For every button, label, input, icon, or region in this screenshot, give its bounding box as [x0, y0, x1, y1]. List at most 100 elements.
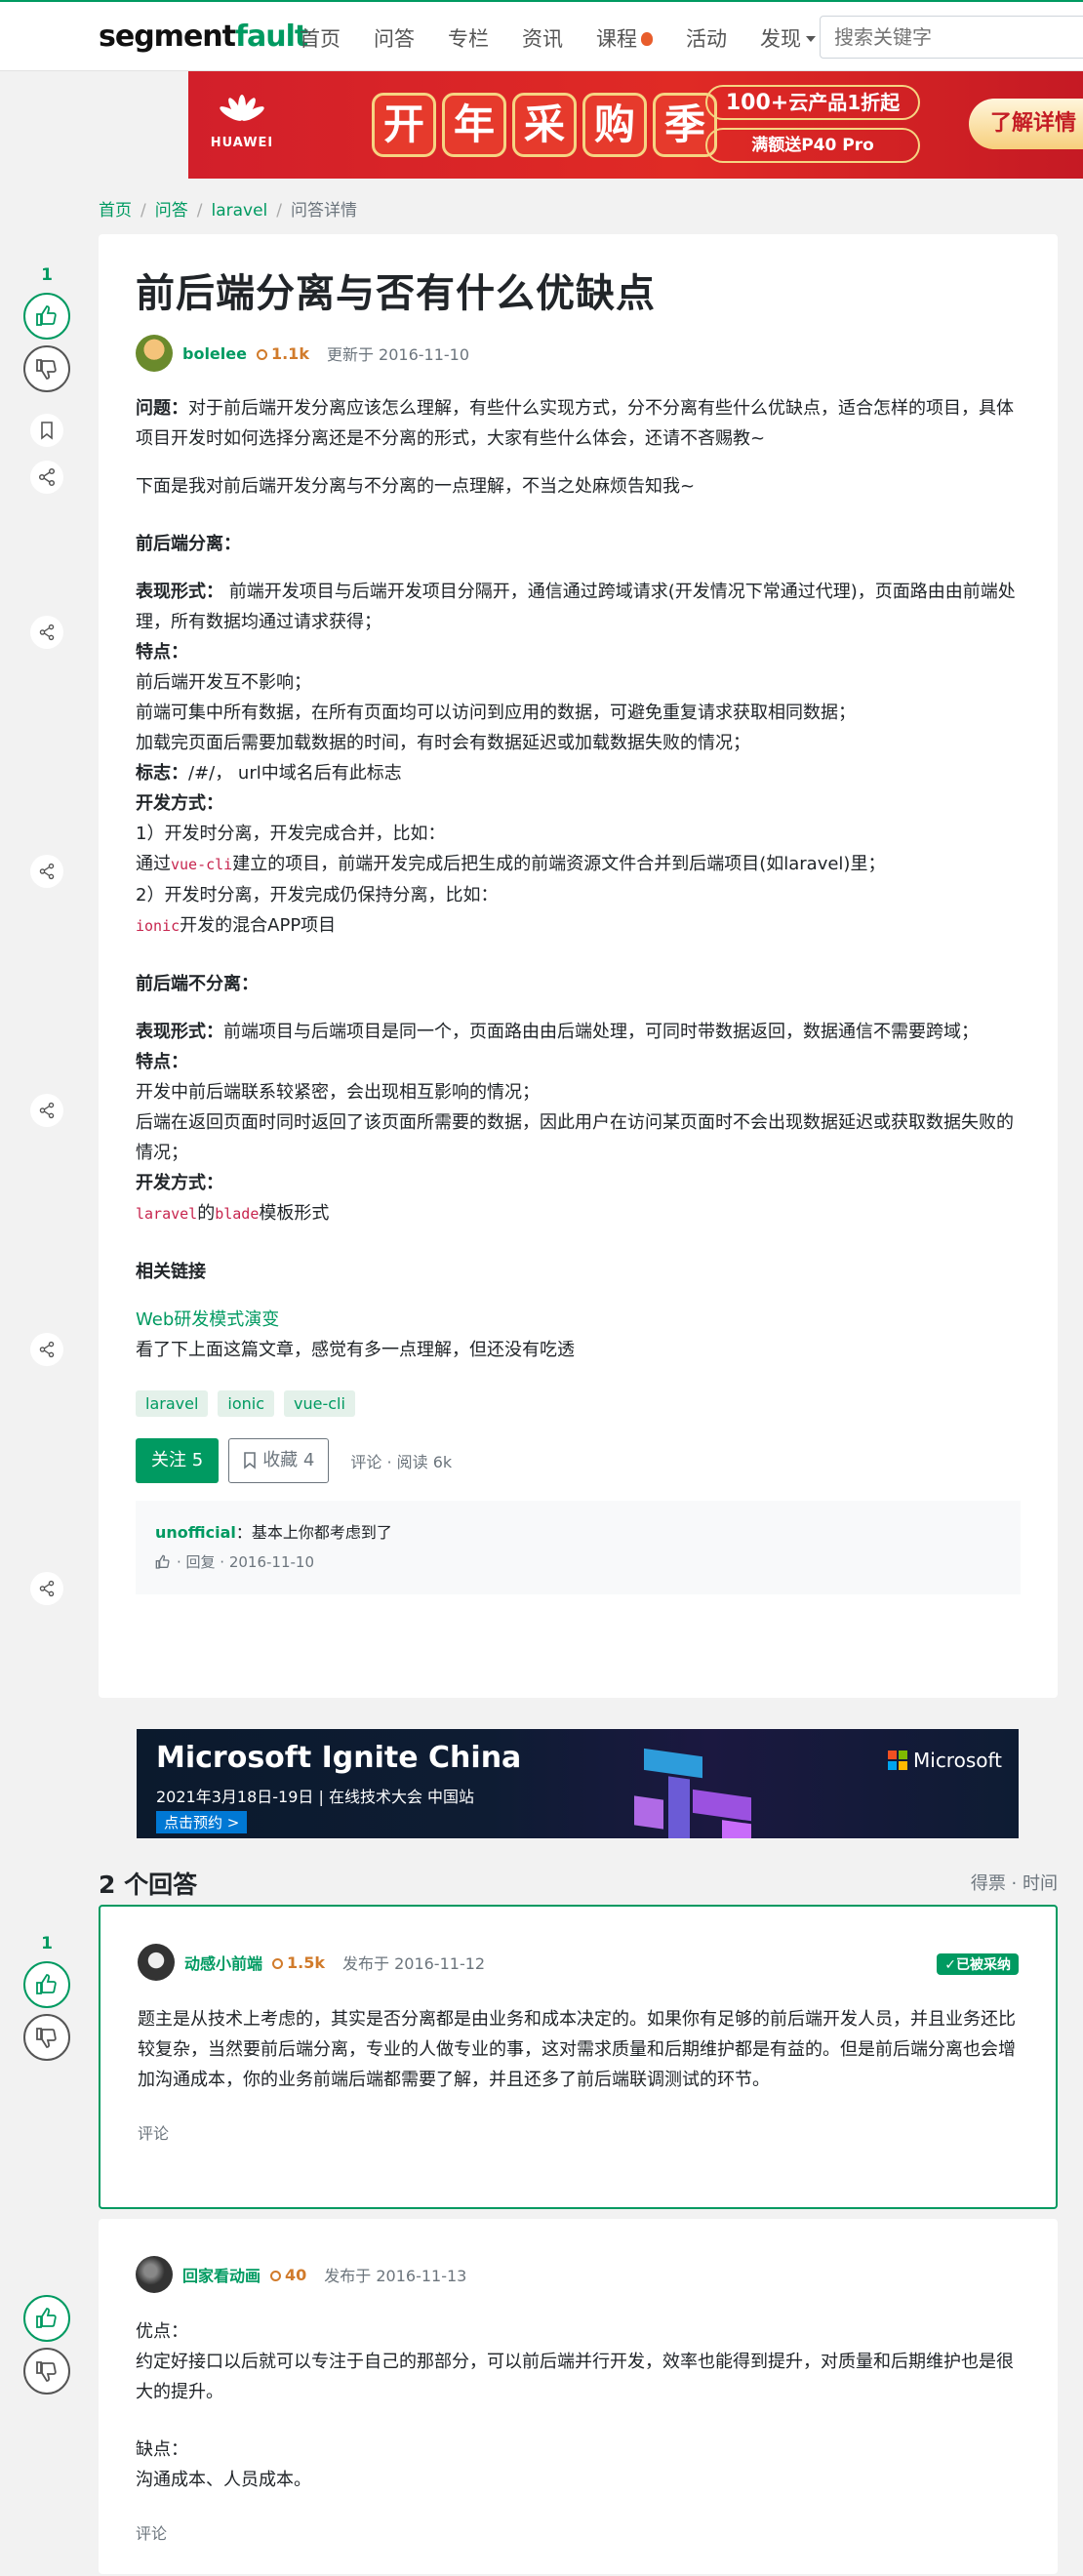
- nav-events[interactable]: 活动: [686, 23, 727, 53]
- tag-list: laravel ionic vue-cli: [136, 1390, 1021, 1417]
- medal-icon: [272, 1957, 284, 1969]
- paragraph: 前后端开发互不影响；: [136, 672, 311, 693]
- comment-link[interactable]: 评论: [136, 2520, 1021, 2544]
- share-icon: [39, 1580, 55, 1597]
- learn-more-button[interactable]: 了解详情: [969, 99, 1083, 149]
- question-comment: unofficial：基本上你都考虑到了 · 回复 · 2016-11-10: [136, 1501, 1021, 1594]
- microsoft-ad-banner[interactable]: Microsoft Ignite China 2021年3月18日-19日 | …: [137, 1729, 1019, 1838]
- comment-reply-date[interactable]: · 回复 · 2016-11-10: [177, 1548, 314, 1577]
- answer-vote-column: 1: [21, 1934, 72, 2061]
- related-link[interactable]: Web研发模式演变: [136, 1309, 279, 1330]
- huawei-banner[interactable]: HUAWEI 开 年 采 购 季 100+云产品1折起 满额送P40 Pro 了…: [188, 71, 1083, 179]
- reputation-badge: 1.5k: [272, 1953, 325, 1972]
- festival-char: 开: [372, 93, 436, 157]
- avatar[interactable]: [138, 1944, 175, 1981]
- search-input[interactable]: [820, 16, 1083, 59]
- paragraph: 前端可集中所有数据，在所有页面均可以访问到应用的数据，可避免重复请求获取相同数据…: [136, 703, 856, 723]
- breadcrumb: 首页 / 问答 / laravel / 问答详情: [99, 201, 357, 221]
- medal-icon: [270, 2270, 282, 2281]
- author-name[interactable]: bolelee: [182, 344, 247, 363]
- answer-meta: 回家看动画 40 发布于 2016-11-13: [136, 2256, 1021, 2293]
- thumbs-up-icon: [36, 305, 57, 326]
- author-name[interactable]: 回家看动画: [182, 2263, 261, 2286]
- favorite-button[interactable]: 收藏 4: [228, 1438, 330, 1483]
- tag-ionic[interactable]: ionic: [218, 1390, 275, 1417]
- section-share-button[interactable]: [30, 1094, 63, 1127]
- promo-pill-2: 满额送P40 Pro: [705, 128, 920, 163]
- medal-icon: [256, 348, 267, 360]
- comment-meta: · 回复 · 2016-11-10: [155, 1548, 1001, 1577]
- section-share-button[interactable]: [30, 616, 63, 649]
- label: 开发方式：: [136, 1173, 223, 1193]
- paragraph: ionic开发的混合APP项目: [136, 915, 337, 936]
- section-share-button[interactable]: [30, 855, 63, 888]
- answers-count-title: 2 个回答: [99, 1871, 198, 1899]
- share-icon: [39, 624, 55, 641]
- upvote-button[interactable]: [23, 2295, 70, 2342]
- nav-discover[interactable]: 发现: [760, 23, 816, 53]
- thumbs-up-icon: [36, 2308, 57, 2328]
- thumbs-down-icon: [36, 2361, 57, 2382]
- question-card: 前后端分离与否有什么优缺点 bolelee 1.1k 更新于 2016-11-1…: [99, 234, 1058, 1698]
- avatar[interactable]: [136, 335, 173, 372]
- ad-title: Microsoft Ignite China: [156, 1741, 522, 1775]
- site-logo[interactable]: segmentfault: [99, 20, 308, 54]
- nav-courses[interactable]: 课程: [596, 23, 653, 53]
- ad-cta-button[interactable]: 点击预约 >: [156, 1811, 248, 1833]
- bookmark-icon: [41, 422, 53, 440]
- comment-read-meta[interactable]: 评论 · 阅读 6k: [350, 1449, 452, 1472]
- question-actions: 关注 5 收藏 4 评论 · 阅读 6k: [136, 1438, 1021, 1483]
- promo-pill-1: 100+云产品1折起: [705, 85, 920, 120]
- label: 开发方式：: [136, 793, 223, 814]
- author-name[interactable]: 动感小前端: [184, 1951, 262, 1974]
- decorative-blocks-image: [634, 1748, 751, 1838]
- thumbs-down-icon: [36, 359, 57, 380]
- comment-link[interactable]: 评论: [138, 2120, 1019, 2144]
- favorite-label: 收藏 4: [262, 1450, 315, 1470]
- nav-column[interactable]: 专栏: [448, 23, 489, 53]
- question-vote-column: 1: [21, 265, 72, 392]
- festival-char: 采: [512, 93, 577, 157]
- comment-text: ：基本上你都考虑到了: [235, 1523, 392, 1542]
- paragraph: 2）开发时分离，开发完成仍保持分离，比如：: [136, 885, 499, 906]
- nav-home[interactable]: 首页: [300, 23, 341, 53]
- nav-qa[interactable]: 问答: [374, 23, 415, 53]
- upvote-button[interactable]: [23, 1961, 70, 2008]
- question-vote-count: 1: [41, 265, 53, 285]
- share-button[interactable]: [30, 461, 63, 494]
- top-navbar: segmentfault 首页 问答 专栏 资讯 课程 活动 发现: [0, 0, 1083, 71]
- tag-laravel[interactable]: laravel: [136, 1390, 209, 1417]
- share-icon: [39, 1102, 55, 1119]
- nav-news[interactable]: 资讯: [522, 23, 563, 53]
- updated-date: 更新于 2016-11-10: [326, 345, 470, 364]
- breadcrumb-home[interactable]: 首页: [99, 201, 132, 221]
- answers-sort-options[interactable]: 得票 · 时间: [971, 1870, 1058, 1895]
- inline-code: laravel: [136, 1205, 198, 1223]
- paragraph: 开发中前后端联系较紧密，会出现相互影响的情况；: [136, 1082, 540, 1103]
- section-share-button[interactable]: [30, 1572, 63, 1605]
- cons-label: 缺点：: [136, 2439, 188, 2460]
- downvote-button[interactable]: [23, 2348, 70, 2395]
- paragraph: 看了下上面这篇文章，感觉有多一点理解，但还没有吃透: [136, 1340, 575, 1360]
- answer-vote-column: [21, 2268, 72, 2395]
- upvote-button[interactable]: [23, 293, 70, 340]
- downvote-button[interactable]: [23, 345, 70, 392]
- tag-vue-cli[interactable]: vue-cli: [284, 1390, 355, 1417]
- follow-button[interactable]: 关注 5: [136, 1438, 220, 1483]
- answer-meta: 动感小前端 1.5k 发布于 2016-11-12: [138, 1944, 1019, 1981]
- avatar[interactable]: [136, 2256, 173, 2293]
- paragraph: 通过vue-cli建立的项目，前端开发完成后把生成的前端资源文件合并到后端项目(…: [136, 854, 886, 874]
- answer-vote-count: [21, 2268, 72, 2289]
- cons-text: 沟通成本、人员成本。: [136, 2470, 311, 2490]
- bookmark-button[interactable]: [30, 414, 63, 447]
- inline-code: vue-cli: [171, 856, 233, 873]
- paragraph: 表现形式：前端项目与后端项目是同一个，页面路由由后端处理，可同时带数据返回，数据…: [136, 1022, 979, 1042]
- section-share-button[interactable]: [30, 1333, 63, 1366]
- paragraph: 加载完页面后需要加载数据的时间，有时会有数据延迟或加载数据失败的情况；: [136, 733, 750, 753]
- breadcrumb-laravel[interactable]: laravel: [211, 201, 267, 221]
- downvote-button[interactable]: [23, 2014, 70, 2061]
- reputation-badge: 40: [270, 2266, 306, 2284]
- thumbs-up-icon[interactable]: [155, 1554, 171, 1570]
- breadcrumb-qa[interactable]: 问答: [155, 201, 188, 221]
- comment-author[interactable]: unofficial: [155, 1523, 236, 1542]
